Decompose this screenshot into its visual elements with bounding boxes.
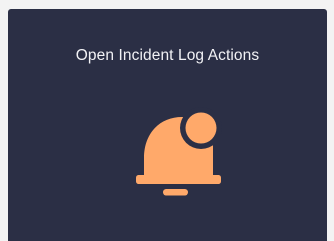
bell-notification-icon xyxy=(124,103,228,207)
card-title: Open Incident Log Actions xyxy=(75,47,260,64)
incident-log-actions-card[interactable]: Open Incident Log Actions xyxy=(8,9,327,241)
